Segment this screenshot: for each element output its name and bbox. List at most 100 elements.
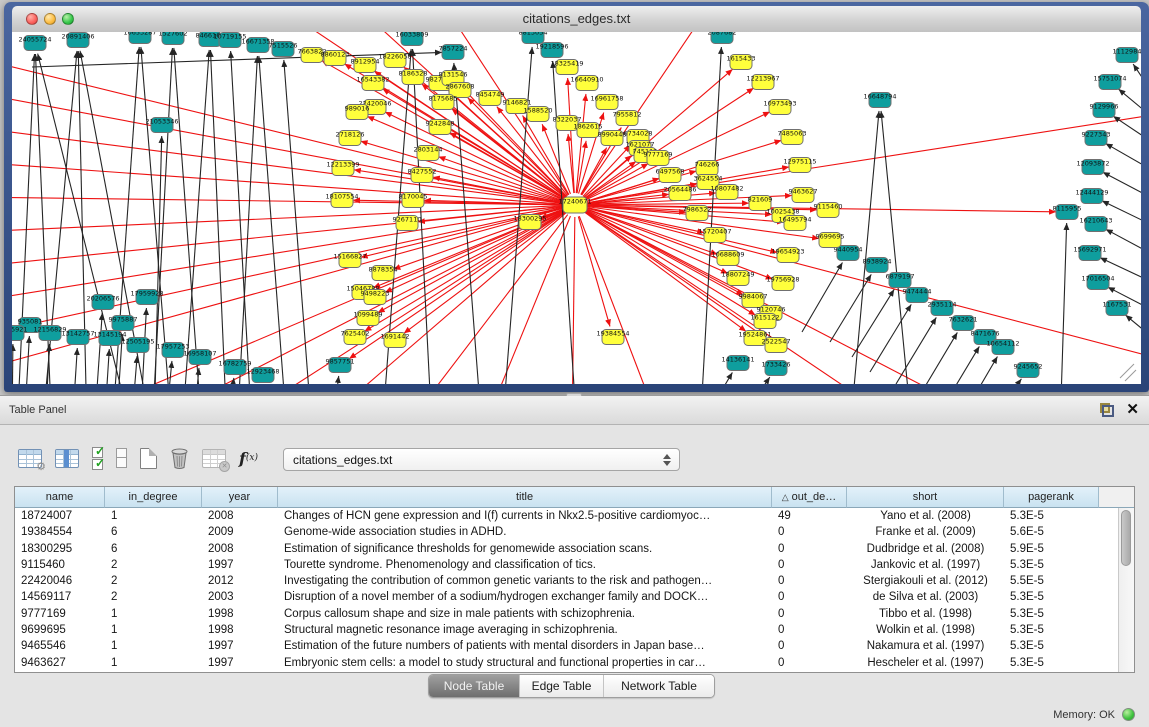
- table-source-select[interactable]: citations_edges.txt: [283, 448, 680, 471]
- table-row[interactable]: 969969511998Structural magnetic resonanc…: [15, 622, 1134, 638]
- black-edge[interactable]: [1060, 223, 1067, 384]
- cell-year: 1997: [202, 655, 278, 671]
- column-header-title[interactable]: title: [278, 487, 772, 508]
- red-edge[interactable]: [586, 211, 1012, 384]
- black-edge[interactable]: [284, 60, 312, 384]
- red-edge[interactable]: [382, 89, 564, 199]
- cell-name: 9777169: [15, 606, 105, 622]
- red-edge[interactable]: [542, 124, 570, 194]
- node-label: 16640910: [570, 76, 603, 84]
- tab-network-table[interactable]: Network Table: [603, 675, 714, 697]
- node-label: 16958107: [183, 350, 216, 358]
- black-edge[interactable]: [259, 56, 287, 384]
- column-header-out_degree[interactable]: △out_de…: [772, 487, 847, 508]
- table-row[interactable]: 977716911998Corpus callosum shape and si…: [15, 606, 1134, 622]
- black-edge[interactable]: [24, 336, 29, 384]
- black-edge[interactable]: [1133, 64, 1141, 92]
- scrollbar-thumb[interactable]: [1121, 510, 1131, 566]
- cell-in_degree: 6: [105, 524, 202, 540]
- black-edge[interactable]: [332, 376, 339, 384]
- network-canvas[interactable]: 2405572420891406106532871527602846616010…: [12, 32, 1141, 384]
- column-header-in_degree[interactable]: in_degree: [105, 487, 202, 508]
- black-edge[interactable]: [104, 349, 109, 384]
- node-label: 3915921: [12, 326, 27, 334]
- cell-in_degree: 1: [105, 508, 202, 524]
- column-header-short[interactable]: short: [847, 487, 1004, 508]
- tab-node-table[interactable]: Node Table: [429, 675, 519, 697]
- column-header-pagerank[interactable]: pagerank: [1004, 487, 1099, 508]
- black-edge[interactable]: [830, 274, 871, 342]
- node-label: 8170045: [399, 193, 428, 201]
- table-row[interactable]: 946554611997Estimation of the future num…: [15, 638, 1134, 654]
- black-edge[interactable]: [72, 348, 77, 384]
- cell-short: Stergiakouli et al. (2012): [847, 573, 1004, 589]
- red-edge[interactable]: [12, 208, 563, 372]
- node-label: 18325419: [550, 60, 583, 68]
- node-label: 18807249: [721, 271, 754, 279]
- black-edge[interactable]: [193, 368, 199, 384]
- table-row[interactable]: 1456911722003Disruption of a novel membe…: [15, 589, 1134, 605]
- red-edge[interactable]: [579, 216, 662, 384]
- tab-edge-table[interactable]: Edge Table: [519, 675, 603, 697]
- table-settings-icon[interactable]: ⚙: [18, 449, 42, 468]
- black-edge[interactable]: [700, 372, 732, 384]
- node-label: 12093872: [1076, 160, 1109, 168]
- create-column-icon[interactable]: [140, 448, 157, 469]
- black-edge[interactable]: [852, 289, 894, 357]
- table-row[interactable]: 1830029562008Estimation of significance …: [15, 541, 1134, 557]
- node-label: 9245652: [1014, 363, 1043, 371]
- cell-in_degree: 1: [105, 606, 202, 622]
- function-builder-icon[interactable]: f(x): [239, 449, 258, 468]
- black-edge[interactable]: [210, 50, 227, 384]
- zoom-window-button[interactable]: [62, 13, 74, 25]
- close-window-button[interactable]: [26, 13, 38, 25]
- cell-year: 1997: [202, 638, 278, 654]
- network-window-titlebar[interactable]: citations_edges.txt: [12, 6, 1141, 33]
- table-scrollbar[interactable]: [1118, 508, 1134, 672]
- delete-column-icon[interactable]: [170, 448, 189, 469]
- black-edge[interactable]: [12, 344, 13, 384]
- black-edge[interactable]: [982, 379, 1021, 384]
- black-edge[interactable]: [958, 356, 997, 384]
- table-row[interactable]: 1872400712008Changes of HCN gene express…: [15, 508, 1134, 524]
- node-label: 8471676: [971, 330, 1000, 338]
- table-row[interactable]: 1938455462009Genome-wide association stu…: [15, 524, 1134, 540]
- delete-table-icon[interactable]: ✕: [202, 449, 226, 468]
- black-edge[interactable]: [881, 111, 912, 384]
- black-edge[interactable]: [131, 356, 137, 384]
- cell-year: 2008: [202, 541, 278, 557]
- red-edge[interactable]: [402, 215, 568, 384]
- row-height-icon[interactable]: [116, 448, 127, 468]
- black-edge[interactable]: [1125, 315, 1141, 337]
- black-edge[interactable]: [1106, 143, 1141, 170]
- black-edge[interactable]: [802, 263, 842, 332]
- table-row[interactable]: 911546021997Tourette syndrome. Phenomeno…: [15, 557, 1134, 573]
- minimize-window-button[interactable]: [44, 13, 56, 25]
- select-columns-icon[interactable]: [55, 449, 79, 468]
- black-edge[interactable]: [45, 344, 49, 384]
- black-edge[interactable]: [1118, 89, 1141, 117]
- black-edge[interactable]: [734, 377, 770, 384]
- float-panel-icon[interactable]: [1100, 403, 1114, 417]
- column-header-name[interactable]: name: [15, 487, 105, 508]
- red-edge[interactable]: [578, 217, 610, 327]
- node-label: 2087682: [708, 32, 737, 37]
- node-label: 1615122: [751, 314, 780, 322]
- black-edge[interactable]: [1106, 229, 1141, 254]
- table-row[interactable]: 946362711997Embryonic stem cells: a mode…: [15, 655, 1134, 671]
- node-label: 2803144: [414, 146, 443, 154]
- cell-in_degree: 2: [105, 573, 202, 589]
- node-label: 746266: [695, 161, 720, 169]
- column-header-year[interactable]: year: [202, 487, 278, 508]
- node-label: 10973493: [763, 100, 796, 108]
- node-label: 8912954: [351, 58, 380, 66]
- node-label: 9984067: [739, 293, 768, 301]
- table-row[interactable]: 2242004622012Investigating the contribut…: [15, 573, 1134, 589]
- red-edge[interactable]: [576, 94, 586, 193]
- memory-status-indicator[interactable]: [1122, 708, 1135, 721]
- node-label: 9242848: [426, 120, 455, 128]
- table-header-row: namein_degreeyeartitle△out_de…shortpager…: [15, 487, 1134, 508]
- black-edge[interactable]: [94, 313, 102, 384]
- close-panel-icon[interactable]: ✕: [1126, 403, 1139, 417]
- show-hide-columns-icon[interactable]: [92, 447, 103, 470]
